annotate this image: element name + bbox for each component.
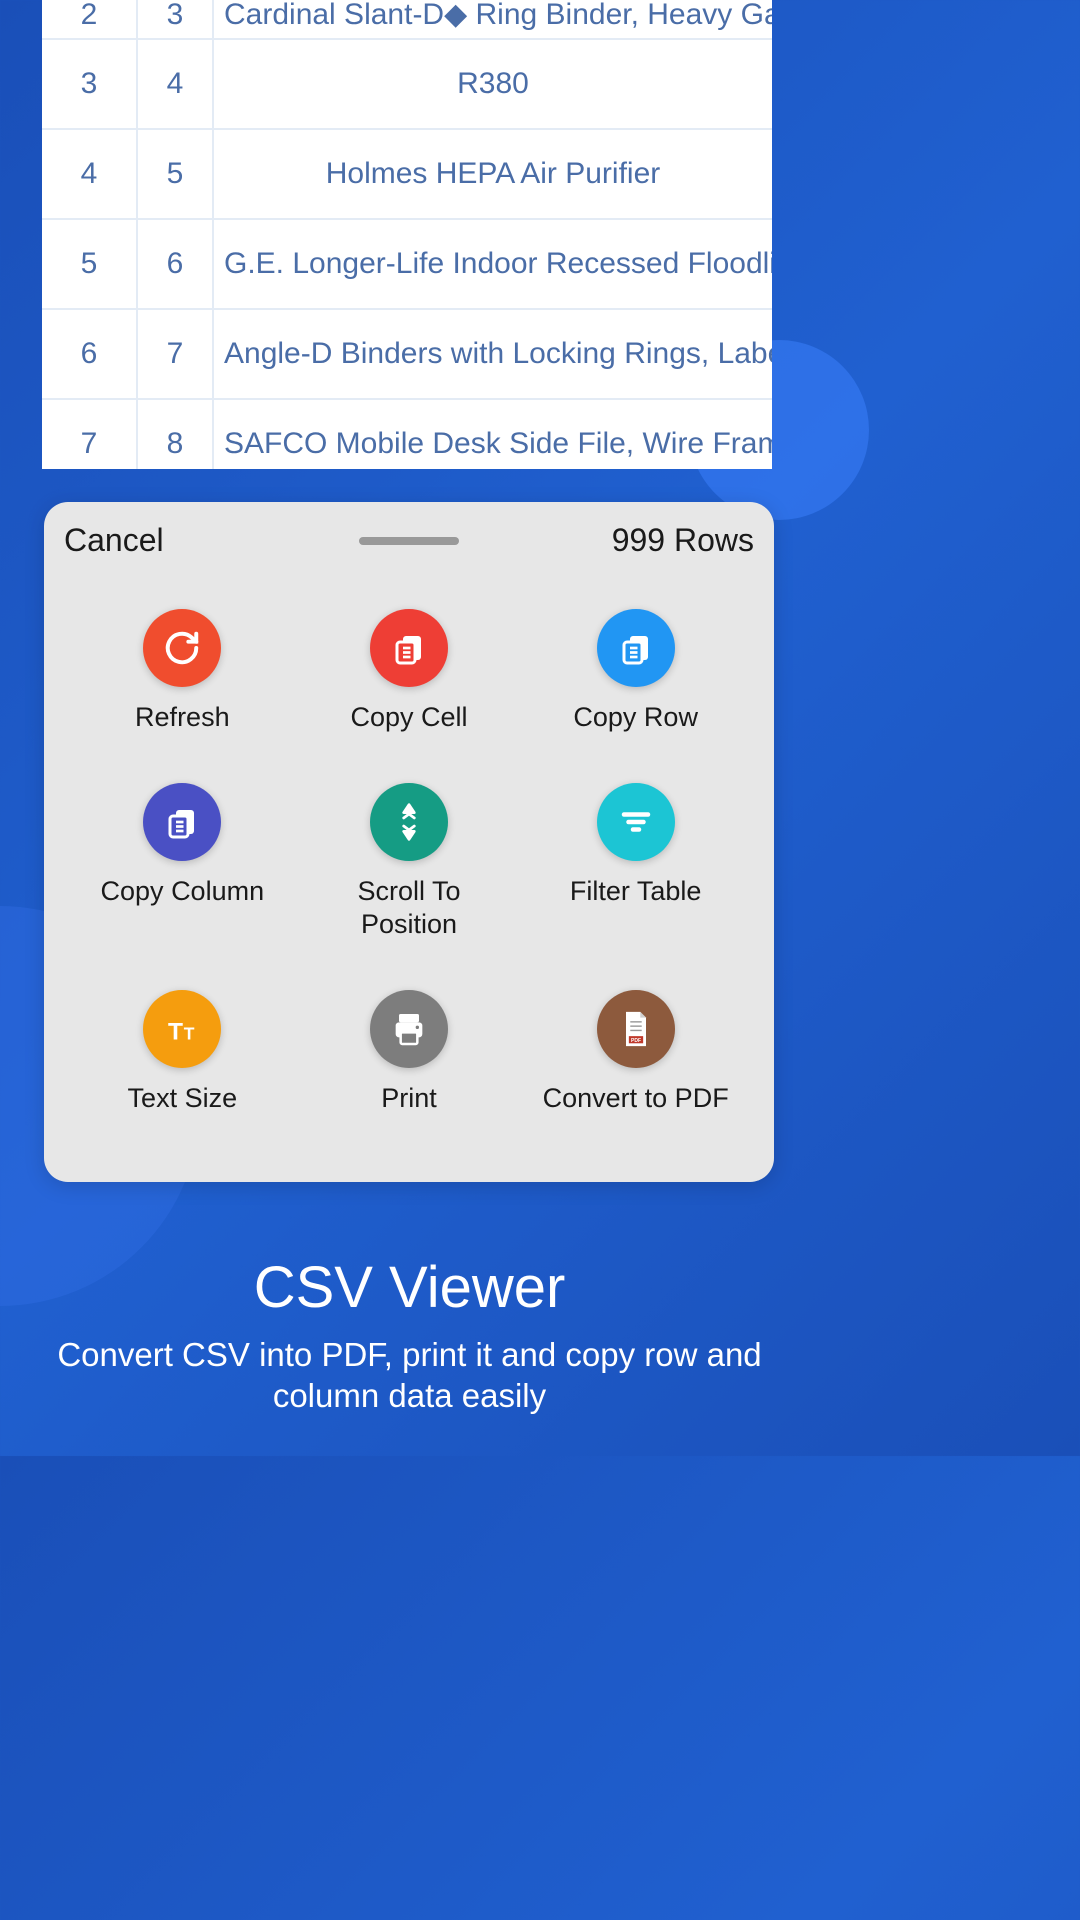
promo-subtitle: Convert CSV into PDF, print it and copy … [0,1334,819,1417]
refresh-button[interactable]: Refresh [74,609,291,733]
pdf-icon: PDF [597,990,675,1068]
filter-icon [597,783,675,861]
svg-text:T: T [184,1024,195,1044]
data-cell[interactable]: 5 [138,130,214,218]
data-cell[interactable]: 3 [138,0,214,38]
copy-cell-button[interactable]: Copy Cell [301,609,518,733]
action-label: Filter Table [570,875,702,907]
copy-icon [597,609,675,687]
cancel-button[interactable]: Cancel [64,522,164,559]
refresh-icon [143,609,221,687]
action-label: Copy Cell [350,701,467,733]
action-label: Refresh [135,701,230,733]
table-row[interactable]: 7 8 SAFCO Mobile Desk Side File, Wire Fr… [42,400,772,469]
action-label: Text Size [128,1082,238,1114]
actions-bottom-sheet: Cancel 999 Rows Refresh Copy Cell Copy R… [44,502,774,1182]
data-cell[interactable]: 4 [138,40,214,128]
row-index-cell[interactable]: 6 [42,310,138,398]
data-table[interactable]: 2 3 Cardinal Slant-D◆ Ring Binder, Heavy… [42,0,772,469]
copy-column-button[interactable]: Copy Column [74,783,291,940]
print-icon [370,990,448,1068]
data-cell[interactable]: 6 [138,220,214,308]
table-row[interactable]: 4 5 Holmes HEPA Air Purifier [42,130,772,220]
row-index-cell[interactable]: 7 [42,400,138,469]
action-label: Scroll To Position [357,875,460,940]
copy-icon [143,783,221,861]
action-label: Print [381,1082,437,1114]
copy-icon [370,609,448,687]
action-label: Copy Row [573,701,698,733]
scroll-to-position-button[interactable]: Scroll To Position [301,783,518,940]
table-row[interactable]: 2 3 Cardinal Slant-D◆ Ring Binder, Heavy… [42,0,772,40]
row-index-cell[interactable]: 2 [42,0,138,38]
data-cell[interactable]: SAFCO Mobile Desk Side File, Wire Fram [214,400,772,469]
drag-handle[interactable] [359,537,459,545]
action-label: Convert to PDF [543,1082,729,1114]
print-button[interactable]: Print [301,990,518,1114]
convert-to-pdf-button[interactable]: PDF Convert to PDF [527,990,744,1114]
data-cell[interactable]: Angle-D Binders with Locking Rings, Labe… [214,310,772,398]
scroll-icon [370,783,448,861]
row-index-cell[interactable]: 5 [42,220,138,308]
action-label: Copy Column [101,875,265,907]
table-row[interactable]: 3 4 R380 [42,40,772,130]
row-index-cell[interactable]: 4 [42,130,138,218]
rows-count-label: 999 Rows [612,522,754,559]
filter-table-button[interactable]: Filter Table [527,783,744,940]
data-cell[interactable]: 8 [138,400,214,469]
promo-title: CSV Viewer [0,1254,819,1321]
data-cell[interactable]: Holmes HEPA Air Purifier [214,130,772,218]
table-row[interactable]: 6 7 Angle-D Binders with Locking Rings, … [42,310,772,400]
data-cell[interactable]: R380 [214,40,772,128]
data-cell[interactable]: G.E. Longer-Life Indoor Recessed Floodli… [214,220,772,308]
svg-text:PDF: PDF [631,1038,641,1044]
text-size-button[interactable]: TT Text Size [74,990,291,1114]
svg-text:T: T [168,1019,183,1046]
table-row[interactable]: 5 6 G.E. Longer-Life Indoor Recessed Flo… [42,220,772,310]
copy-row-button[interactable]: Copy Row [527,609,744,733]
row-index-cell[interactable]: 3 [42,40,138,128]
text-size-icon: TT [143,990,221,1068]
data-cell[interactable]: 7 [138,310,214,398]
data-cell[interactable]: Cardinal Slant-D◆ Ring Binder, Heavy Gau… [214,0,772,38]
